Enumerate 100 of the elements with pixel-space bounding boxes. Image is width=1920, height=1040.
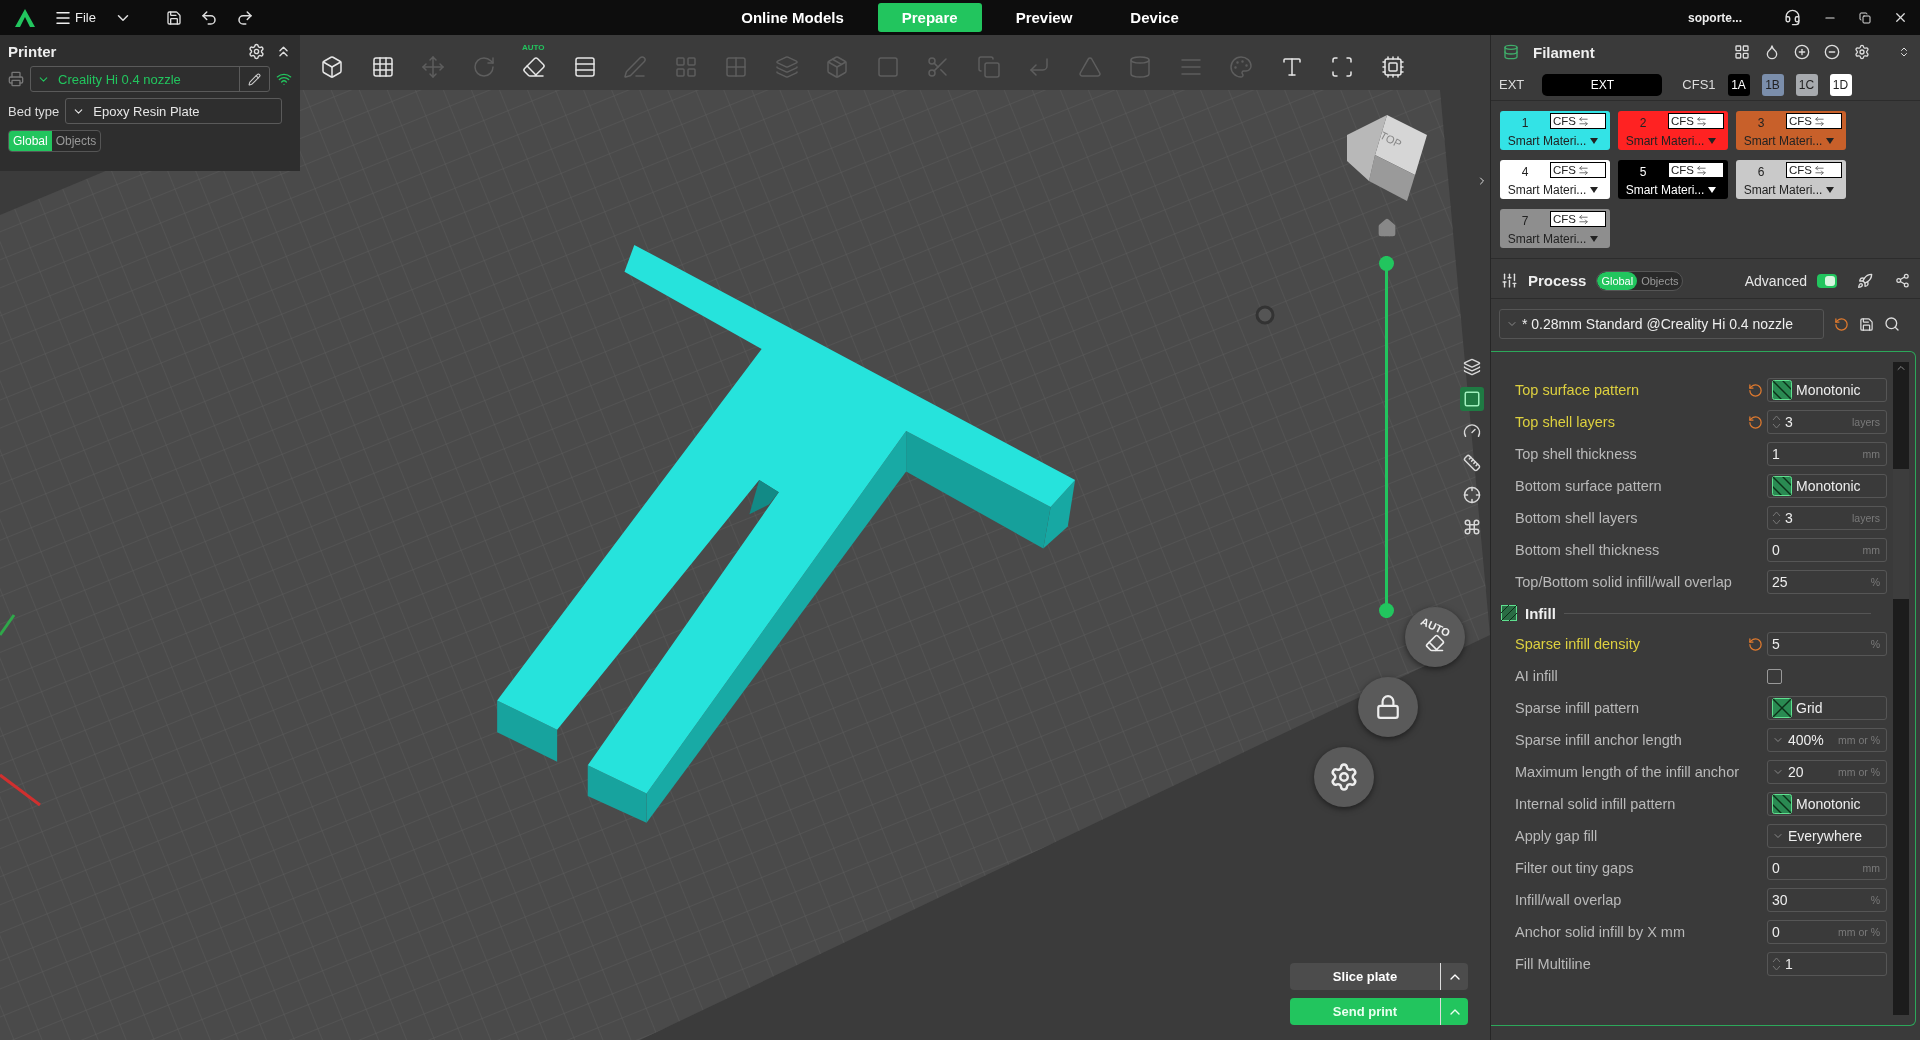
reset-icon[interactable] — [1834, 316, 1849, 332]
reset-icon[interactable] — [1747, 382, 1763, 398]
setting-label: Bottom surface pattern — [1514, 477, 1663, 495]
filament-slot[interactable]: 1A — [1727, 73, 1750, 96]
bed-type-select[interactable]: Epoxy Resin Plate — [65, 98, 282, 124]
number-field[interactable]: 0 mm — [1767, 538, 1887, 562]
file-menu[interactable]: File — [54, 8, 96, 27]
number-field[interactable]: 0 mm — [1767, 856, 1887, 880]
panel-title: Printer — [8, 43, 58, 60]
filament-slot[interactable]: 1D — [1829, 73, 1852, 96]
setting-label: Sparse infill density — [1514, 635, 1641, 653]
triangle-icon — [1077, 55, 1102, 79]
command-icon — [1463, 518, 1481, 536]
redo-icon[interactable] — [235, 8, 254, 27]
search-icon[interactable] — [1884, 316, 1900, 332]
share-icon[interactable] — [1895, 273, 1910, 288]
caret-icon — [1590, 236, 1599, 242]
package-icon — [825, 55, 849, 79]
dropdown-field[interactable]: Everywhere — [1767, 824, 1887, 848]
swap-icon — [1814, 115, 1825, 127]
filament-card[interactable]: 3 CFS Smart Materi... — [1736, 111, 1846, 150]
settings-icon[interactable] — [1854, 44, 1870, 60]
side-tool-button[interactable] — [1460, 387, 1484, 411]
grid-icon — [370, 55, 395, 79]
filament-card[interactable]: 1 CFS Smart Materi... — [1500, 111, 1610, 150]
settings-icon[interactable] — [248, 43, 265, 60]
dropdown-field[interactable]: 400% mm or % — [1767, 728, 1887, 752]
pattern-select[interactable]: Monotonic — [1767, 474, 1887, 498]
advanced-switch[interactable] — [1817, 273, 1837, 288]
number-field[interactable]: 3 layers — [1767, 410, 1887, 434]
setting-label: Fill Multiline — [1514, 955, 1592, 973]
view-cube[interactable] — [1347, 115, 1427, 201]
filament-slot[interactable]: 1C — [1795, 73, 1818, 96]
number-field[interactable]: 5 % — [1767, 632, 1887, 656]
caret-icon — [1826, 138, 1835, 144]
support-icon[interactable] — [1784, 9, 1801, 26]
scope-tab[interactable]: Objects — [1637, 271, 1683, 290]
number-field[interactable]: 30 % — [1767, 888, 1887, 912]
settings-button[interactable] — [1314, 747, 1374, 807]
pattern-select[interactable]: Monotonic — [1767, 792, 1887, 816]
restore-icon[interactable] — [1859, 11, 1871, 24]
add-icon[interactable] — [1794, 44, 1810, 60]
top-tab[interactable]: Device — [1106, 3, 1203, 32]
scope-tab[interactable]: Objects — [51, 131, 101, 151]
rotate-icon — [471, 55, 496, 79]
filament-slot[interactable]: 1B — [1761, 73, 1784, 96]
copy-icon — [976, 55, 1001, 79]
reset-icon[interactable] — [1747, 636, 1763, 652]
layout-icon — [673, 55, 698, 79]
palette-icon — [1229, 55, 1253, 79]
cube-icon — [320, 55, 344, 79]
top-tab[interactable]: Preview — [991, 3, 1097, 32]
save-icon[interactable] — [1859, 316, 1874, 332]
setting-label: Top shell thickness — [1514, 445, 1638, 463]
pattern-select[interactable]: Grid — [1767, 696, 1887, 720]
droplet-icon[interactable] — [1764, 44, 1780, 60]
slice-plate-button[interactable]: Slice plate — [1290, 963, 1468, 990]
printer-select[interactable]: Creality Hi 0.4 nozzle — [30, 66, 270, 92]
remove-icon[interactable] — [1824, 44, 1840, 60]
user-name[interactable]: soporte... — [1688, 10, 1742, 25]
number-field[interactable]: 25 % — [1767, 570, 1887, 594]
logo-icon[interactable] — [14, 7, 36, 28]
reset-icon[interactable] — [1747, 414, 1763, 430]
filament-card[interactable]: 6 CFS Smart Materi... — [1736, 160, 1846, 199]
setting-label: Anchor solid infill by X mm — [1514, 923, 1687, 941]
pattern-select[interactable]: Monotonic — [1767, 378, 1887, 402]
eraser-icon — [522, 55, 546, 79]
checkbox[interactable] — [1767, 668, 1782, 684]
setting-label: Top/Bottom solid infill/wall overlap — [1514, 573, 1733, 591]
caret-icon — [1708, 187, 1717, 193]
filament-card[interactable]: 5 CFS Smart Materi... — [1618, 160, 1728, 199]
rocket-icon[interactable] — [1857, 272, 1873, 289]
ext-slot[interactable]: EXT — [1542, 73, 1663, 96]
scan-icon — [1330, 55, 1354, 79]
scrollbar[interactable] — [1893, 362, 1909, 1015]
undo-icon[interactable] — [199, 8, 218, 27]
lock-button[interactable] — [1358, 677, 1418, 737]
top-tab[interactable]: Online Models — [717, 3, 868, 32]
number-field[interactable]: 0 mm or % — [1767, 920, 1887, 944]
section-title: Infill — [1525, 604, 1556, 622]
setting-label: Top shell layers — [1514, 413, 1616, 431]
filament-card[interactable]: 4 CFS Smart Materi... — [1500, 160, 1610, 199]
caret-icon — [1590, 187, 1599, 193]
preset-select[interactable]: * 0.28mm Standard @Creality Hi 0.4 nozzle — [1499, 309, 1824, 339]
corner-arrow-icon — [1027, 55, 1051, 79]
number-field[interactable]: 1 — [1767, 952, 1887, 976]
number-field[interactable]: 1 mm — [1767, 442, 1887, 466]
close-icon[interactable] — [1893, 10, 1908, 25]
number-field[interactable]: 3 layers — [1767, 506, 1887, 530]
collapse-icon[interactable] — [1898, 46, 1910, 58]
cube-face-label: TOP — [1378, 128, 1404, 151]
swap-icon — [1696, 164, 1707, 176]
filament-card[interactable]: 2 CFS Smart Materi... — [1618, 111, 1728, 150]
move-icon — [421, 55, 445, 79]
infill-icon — [1501, 605, 1517, 621]
filament-card[interactable]: 7 CFS Smart Materi... — [1500, 209, 1610, 248]
save-icon[interactable] — [165, 9, 182, 26]
home-icon[interactable] — [1377, 218, 1397, 238]
caret-icon — [1708, 138, 1717, 144]
dropdown-field[interactable]: 20 mm or % — [1767, 760, 1887, 784]
